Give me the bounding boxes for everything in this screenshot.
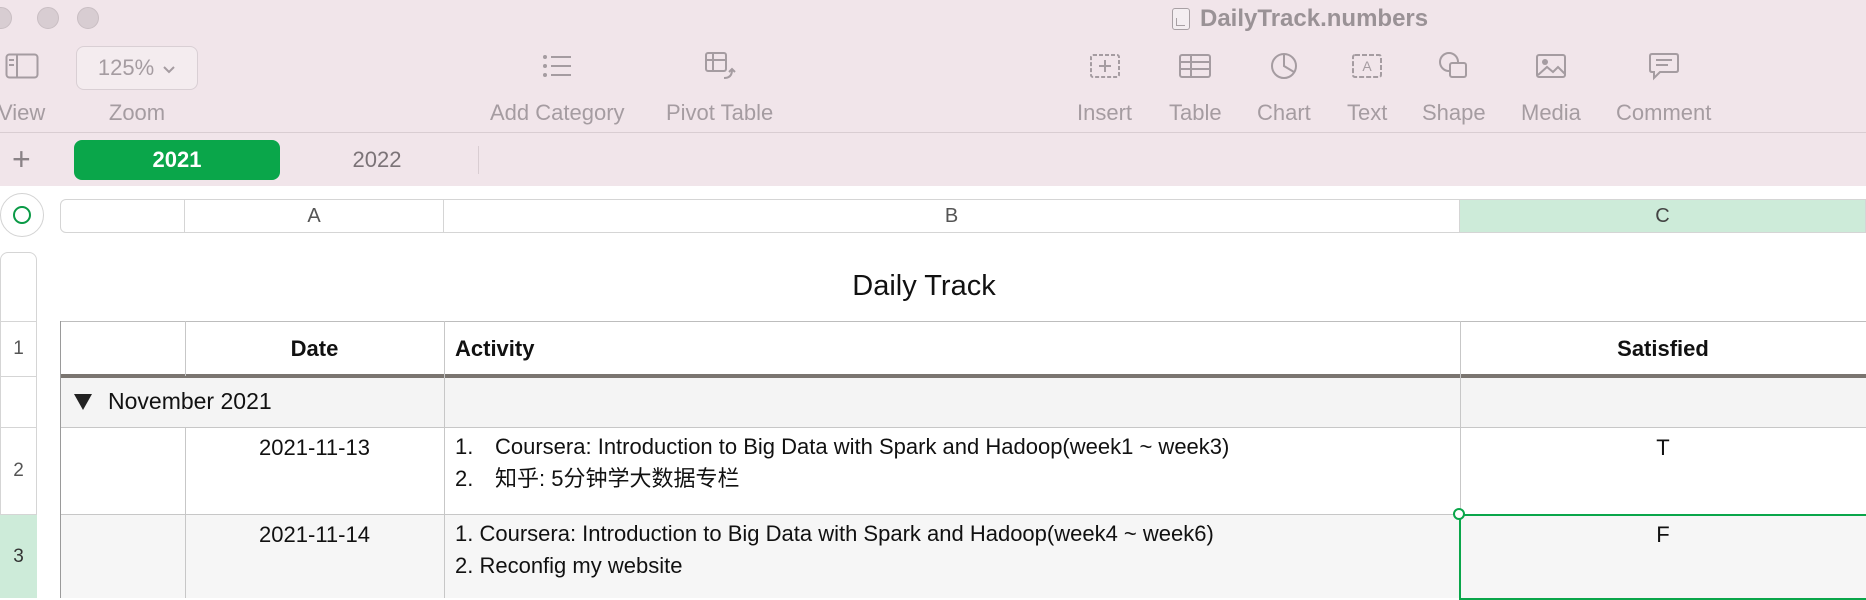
window-title: DailyTrack.numbers [1172, 4, 1428, 34]
list-text: 知乎: 5分钟学大数据专栏 [495, 466, 740, 491]
pivot-table-button[interactable]: Pivot Table [666, 46, 773, 126]
shape-button[interactable]: Shape [1422, 46, 1486, 126]
add-category-label: Add Category [490, 100, 625, 125]
list-icon [541, 46, 573, 86]
view-button[interactable]: View [0, 46, 45, 126]
window-chrome: DailyTrack.numbers View 125% Zoom Add Ca… [0, 0, 1866, 186]
zoom-select[interactable]: 125% [76, 46, 198, 90]
row-header-group[interactable] [0, 376, 37, 427]
pie-chart-icon [1269, 46, 1299, 86]
insert-button[interactable]: Insert [1077, 46, 1132, 126]
chevron-down-icon [162, 55, 176, 81]
zoom-label: Zoom [108, 100, 166, 125]
list-text: Coursera: Introduction to Big Data with … [495, 434, 1230, 459]
list-number: 2. [455, 466, 474, 491]
column-header-a[interactable]: A [185, 199, 444, 233]
text-label: Text [1347, 100, 1388, 125]
category-label[interactable]: November 2021 [74, 376, 272, 427]
table-title-text: Daily Track [852, 270, 996, 302]
column-header-c[interactable]: C [1460, 199, 1866, 233]
category-label-text: November 2021 [108, 388, 272, 414]
photo-icon [1535, 46, 1567, 86]
toolbar-divider [0, 132, 1866, 133]
shape-label: Shape [1422, 100, 1486, 125]
column-header-b[interactable]: B [444, 199, 1460, 233]
column-divider [185, 321, 186, 376]
comment-button[interactable]: Comment [1616, 46, 1711, 126]
table-top-border [60, 321, 1866, 322]
comment-label: Comment [1616, 100, 1712, 125]
daily-track-table: Date Activity Satisfied November 2021 20… [60, 321, 1866, 600]
category-row[interactable]: November 2021 [60, 376, 1866, 427]
media-button[interactable]: Media [1521, 46, 1581, 126]
comment-icon [1648, 46, 1680, 86]
add-sheet-button[interactable]: + [12, 142, 31, 176]
activity-list-item: 1. Coursera: Introduction to Big Data wit… [455, 431, 1460, 463]
row-divider [60, 427, 1866, 428]
table-row-2-date[interactable]: 2021-11-13 [185, 427, 444, 514]
header-bottom-rule [60, 374, 1866, 378]
activity-list-item: 2. Reconfig my website [455, 553, 683, 578]
table-row-2-satisfied[interactable]: T [1460, 427, 1866, 514]
table-row-2-activity[interactable]: 1. Coursera: Introduction to Big Data wit… [444, 427, 1460, 514]
pivot-table-icon [704, 46, 736, 86]
table-title[interactable]: Daily Track [60, 270, 1866, 303]
circle-icon [13, 206, 31, 224]
selection-handle[interactable] [1453, 508, 1465, 520]
row-header-2[interactable]: 2 [0, 427, 37, 514]
pivot-table-label: Pivot Table [666, 100, 774, 125]
table-left-border [60, 321, 61, 598]
row-header-3[interactable]: 3 [0, 514, 37, 598]
table-row-2-blank-cell[interactable] [60, 427, 185, 514]
tab-divider [478, 146, 479, 174]
sheet-tab-2021[interactable]: 2021 [74, 140, 280, 180]
insert-icon [1089, 46, 1121, 86]
row-header-1[interactable]: 1 [0, 321, 37, 376]
select-all-button[interactable] [0, 193, 44, 237]
svg-text:A: A [1363, 58, 1373, 74]
zoom-window-button[interactable] [77, 7, 99, 29]
column-divider [444, 321, 445, 598]
media-label: Media [1521, 100, 1581, 125]
minimize-window-button[interactable] [37, 7, 59, 29]
cell-selection-outline [1459, 514, 1866, 600]
header-cell-activity[interactable]: Activity [444, 321, 1460, 376]
header-cell-satisfied[interactable]: Satisfied [1460, 321, 1866, 376]
table-icon [1178, 46, 1212, 86]
table-label: Table [1169, 100, 1222, 125]
close-window-button[interactable] [0, 7, 12, 29]
disclosure-triangle-icon[interactable] [74, 393, 92, 410]
sheet-tab-2022[interactable]: 2022 [274, 140, 480, 180]
table-row-3-activity[interactable]: 1. Coursera: Introduction to Big Data wi… [444, 514, 1460, 598]
sidebar-icon [5, 46, 39, 86]
insert-label: Insert [1077, 100, 1133, 125]
text-button[interactable]: A Text [1347, 46, 1387, 126]
table-row-3-blank-cell[interactable] [60, 514, 185, 598]
text-box-icon: A [1351, 46, 1383, 86]
table-row-3-date[interactable]: 2021-11-14 [185, 514, 444, 598]
chart-button[interactable]: Chart [1257, 46, 1311, 126]
document-icon [1172, 8, 1190, 30]
table-button[interactable]: Table [1169, 46, 1222, 126]
column-divider [185, 427, 186, 598]
column-header-blank[interactable] [60, 199, 185, 233]
activity-list-item: 2. 知乎: 5分钟学大数据专栏 [455, 463, 1460, 495]
header-cell-date[interactable]: Date [185, 321, 444, 376]
view-label: View [0, 100, 46, 125]
window-title-text: DailyTrack.numbers [1200, 5, 1429, 32]
chart-label: Chart [1257, 100, 1311, 125]
zoom-value: 125% [97, 55, 155, 80]
add-category-button[interactable]: Add Category [490, 46, 625, 126]
zoom-control[interactable]: 125% Zoom [76, 46, 198, 126]
list-number: 1. [455, 434, 474, 459]
header-cell-blank[interactable] [60, 321, 185, 376]
activity-list-item: 1. Coursera: Introduction to Big Data wi… [455, 521, 1214, 546]
shape-icon [1438, 46, 1470, 86]
